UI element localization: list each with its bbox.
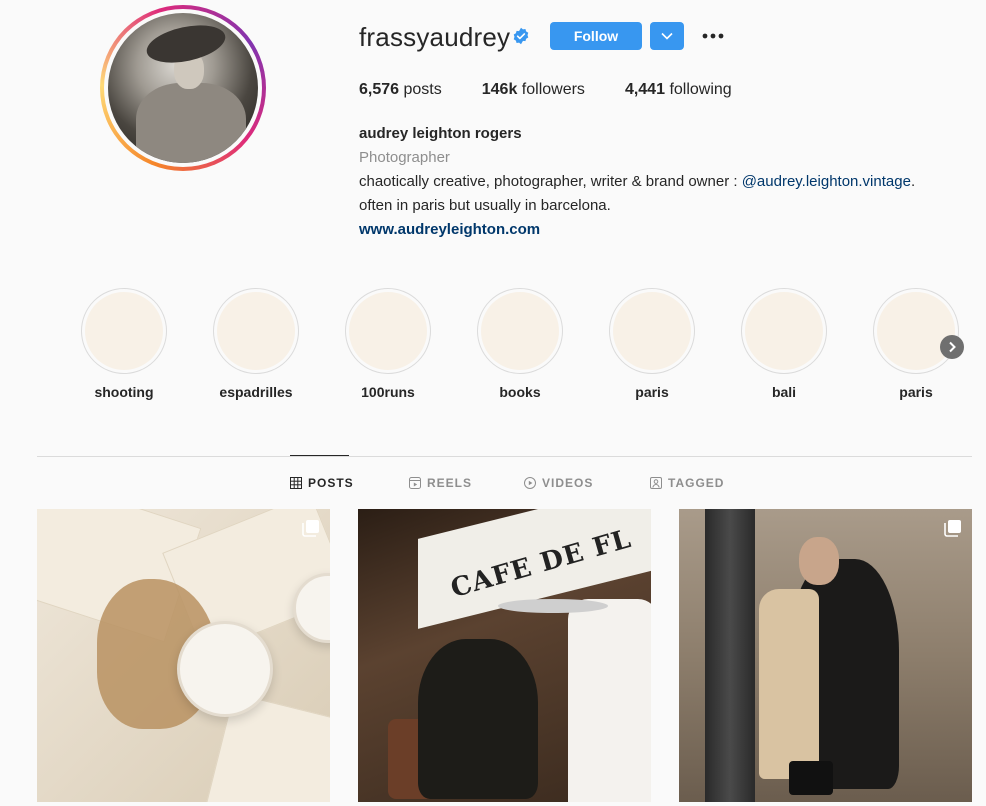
post-thumbnail[interactable]	[679, 509, 972, 802]
tab-reels[interactable]: REELS	[409, 476, 472, 490]
more-options-button[interactable]	[700, 26, 726, 46]
suggested-accounts-button[interactable]	[650, 22, 684, 50]
multiple-photos-icon	[944, 520, 961, 537]
following-link[interactable]: 4,441 following	[625, 81, 732, 99]
highlights-next-button[interactable]	[940, 335, 964, 359]
website-link[interactable]: www.audreyleighton.com	[359, 218, 979, 242]
highlight-cover	[477, 288, 563, 374]
active-tab-indicator	[290, 455, 349, 456]
highlight-label: books	[499, 384, 541, 400]
highlight-item[interactable]: bali	[741, 288, 827, 400]
post-thumbnail[interactable]	[37, 509, 330, 802]
tagged-icon	[650, 477, 662, 489]
profile-bio: audrey leighton rogers Photographer chao…	[359, 122, 979, 242]
full-name: audrey leighton rogers	[359, 125, 522, 142]
highlight-item[interactable]: espadrilles	[213, 288, 299, 400]
profile-username: frassyaudrey	[359, 22, 511, 52]
highlight-item[interactable]: 100runs	[345, 288, 431, 400]
follow-button[interactable]: Follow	[550, 22, 642, 50]
highlight-cover	[609, 288, 695, 374]
bio-line-1: chaotically creative, photographer, writ…	[359, 173, 916, 190]
more-dots-icon	[702, 33, 724, 39]
avatar-photo	[108, 13, 258, 163]
highlight-cover	[741, 288, 827, 374]
video-icon	[524, 477, 536, 489]
multiple-photos-icon	[302, 520, 319, 537]
tab-posts[interactable]: POSTS	[290, 476, 354, 490]
profile-stats: 6,576 posts 146k followers 4,441 followi…	[359, 81, 772, 99]
tab-tagged[interactable]: TAGGED	[650, 476, 724, 490]
bio-line-2: often in paris but usually in barcelona.	[359, 197, 611, 214]
posts-count: 6,576 posts	[359, 81, 442, 98]
chevron-down-icon	[661, 32, 673, 40]
highlight-label: espadrilles	[219, 384, 293, 400]
highlight-cover	[81, 288, 167, 374]
highlight-label: 100runs	[361, 384, 415, 400]
category-label: Photographer	[359, 149, 450, 166]
verified-badge-icon	[513, 27, 529, 45]
highlight-label: paris	[635, 384, 669, 400]
tab-videos[interactable]: VIDEOS	[524, 476, 593, 490]
highlight-label: shooting	[94, 384, 154, 400]
reels-icon	[409, 477, 421, 489]
followers-link[interactable]: 146k followers	[482, 81, 585, 99]
highlight-cover	[345, 288, 431, 374]
profile-avatar[interactable]	[100, 5, 266, 171]
highlight-label: paris	[899, 384, 933, 400]
highlight-cover	[213, 288, 299, 374]
highlight-label: bali	[771, 384, 797, 400]
chevron-right-icon	[949, 341, 956, 353]
tabs-divider	[37, 456, 972, 457]
highlight-item[interactable]: paris	[609, 288, 695, 400]
grid-icon	[290, 477, 302, 489]
post-thumbnail[interactable]: CAFE DE FL	[358, 509, 651, 802]
highlight-cover	[873, 288, 959, 374]
highlight-item[interactable]: books	[477, 288, 563, 400]
mention-link[interactable]: @audrey.leighton.vintage	[742, 173, 911, 190]
highlight-item[interactable]: shooting	[81, 288, 167, 400]
